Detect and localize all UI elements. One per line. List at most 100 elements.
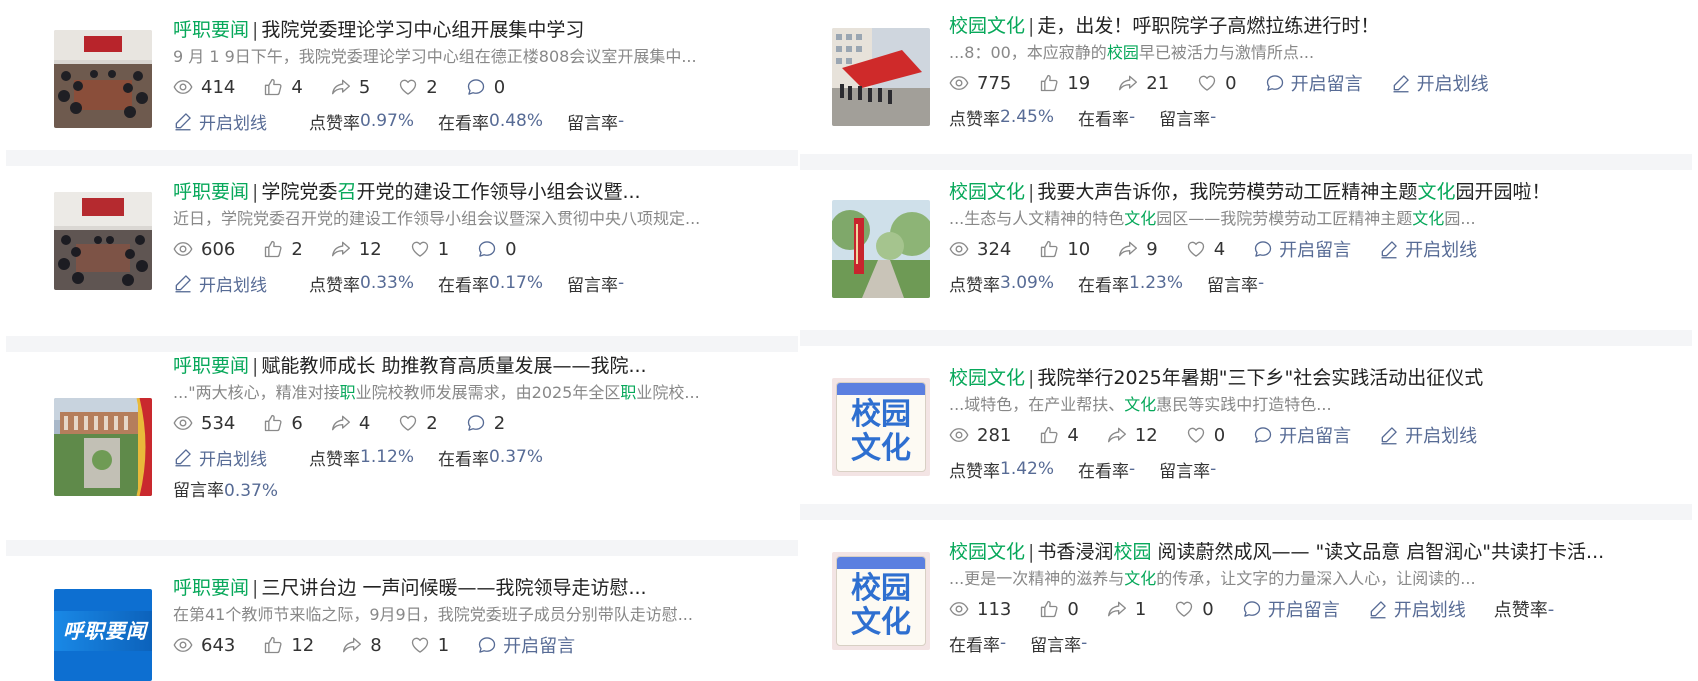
article-thumbnail[interactable] bbox=[54, 398, 152, 496]
share-icon bbox=[1118, 239, 1138, 259]
open-comments-button[interactable]: 开启留言 bbox=[1242, 596, 1340, 622]
article-title[interactable]: 校园文化 | 走，出发！呼职院学子高燃拉练进行时！ bbox=[949, 12, 1682, 40]
likes-stat: 2 bbox=[263, 239, 303, 260]
likes-stat: 10 bbox=[1039, 239, 1090, 260]
campus-culture-badge: 校园 文化 bbox=[836, 382, 926, 472]
views-stat: 324 bbox=[949, 239, 1011, 260]
thumbnail-caption: 呼职要闻 bbox=[54, 611, 152, 651]
article-thumbnail[interactable]: 校园 文化 bbox=[832, 552, 930, 650]
article-title-text: 我院党委理论学习中心组开展集中学习 bbox=[261, 19, 585, 41]
shares-stat: 1 bbox=[1107, 599, 1146, 620]
heart-icon bbox=[1186, 425, 1206, 445]
like-rate: 点赞率 2.45% bbox=[949, 107, 1055, 130]
enable-underline-button[interactable]: 开启划线 bbox=[173, 109, 267, 134]
article-stats: 606 2 12 1 0 bbox=[173, 232, 788, 266]
article-thumbnail[interactable]: 校园 文化 bbox=[832, 378, 930, 476]
article-summary: 9 月 1 9日下午，我院党委理论学习中心组在德正楼808会议室开展集中... bbox=[173, 47, 697, 66]
views-stat: 643 bbox=[173, 635, 235, 656]
article-card[interactable]: 校园文化 | 走，出发！呼职院学子高燃拉练进行时！ ...8：00，本应寂静的校园早… bbox=[800, 6, 1692, 154]
open-comments-button[interactable]: 开启留言 bbox=[1253, 422, 1351, 448]
eye-icon bbox=[949, 599, 969, 619]
heart-icon bbox=[398, 77, 418, 97]
article-rates: 开启划线 点赞率 0.33% 在看率 0.17% 留言率 - bbox=[173, 266, 788, 300]
article-summary: ...生态与人文精神的特色文化园区——我院劳模劳动工匠精神主题文化园... bbox=[949, 209, 1476, 228]
enable-underline-button[interactable]: 开启划线 bbox=[1368, 596, 1466, 622]
comment-rate: 留言率 - bbox=[1159, 459, 1217, 482]
thumb-up-icon bbox=[263, 239, 283, 259]
article-card[interactable]: 呼职要闻 呼职要闻 | 三尺讲台边 一声问候暖——我院领导走访慰... 在第41个教… bbox=[6, 556, 798, 681]
article-category: 校园文化 bbox=[949, 541, 1026, 563]
share-icon bbox=[342, 635, 362, 655]
enable-underline-button[interactable]: 开启划线 bbox=[1391, 70, 1489, 96]
article-thumbnail[interactable] bbox=[832, 200, 930, 298]
shares-stat: 8 bbox=[342, 635, 382, 656]
like-rate: 点赞率 1.12% bbox=[309, 447, 415, 470]
article-card[interactable]: 呼职要闻 | 赋能教师成长 助推教育高质量发展——我院... ..."两大核心，精准… bbox=[6, 352, 798, 534]
share-icon bbox=[1118, 73, 1138, 93]
article-card[interactable]: 校园文化 | 我要大声告诉你，我院劳模劳动工匠精神主题文化园开园啦！ ...生态与人… bbox=[800, 170, 1692, 326]
meeting-room-photo bbox=[54, 192, 152, 290]
article-summary: ...域特色，在产业帮扶、文化惠民等实践中打造特色... bbox=[949, 395, 1332, 414]
hearts-stat: 0 bbox=[1186, 425, 1225, 446]
article-stats: 643 12 8 1 开启留言 bbox=[173, 628, 788, 662]
likes-stat: 12 bbox=[263, 635, 314, 656]
article-body: 呼职要闻 | 学院党委召开党的建设工作领导小组会议暨... 近日，学院党委召开党的建… bbox=[173, 178, 788, 300]
article-rates: 在看率 - 留言率 - bbox=[949, 626, 1682, 660]
article-thumbnail[interactable] bbox=[54, 30, 152, 128]
hearts-stat: 2 bbox=[398, 413, 438, 434]
eye-icon bbox=[173, 413, 193, 433]
article-category: 校园文化 bbox=[949, 181, 1026, 203]
enable-underline-button[interactable]: 开启划线 bbox=[173, 445, 267, 470]
enable-underline-button[interactable]: 开启划线 bbox=[1379, 422, 1477, 448]
article-title[interactable]: 呼职要闻 | 学院党委召开党的建设工作领导小组会议暨... bbox=[173, 178, 788, 206]
article-title[interactable]: 呼职要闻 | 我院党委理论学习中心组开展集中学习 bbox=[173, 16, 788, 44]
open-comments-button[interactable]: 开启留言 bbox=[1265, 70, 1363, 96]
share-icon bbox=[331, 413, 351, 433]
pen-icon bbox=[173, 111, 193, 131]
article-card[interactable]: 校园 文化 校园文化 | 我院举行2025年暑期"三下乡"社会实践活动出征仪式 ..… bbox=[800, 346, 1692, 502]
comment-icon bbox=[477, 239, 497, 259]
article-stats: 775 19 21 0 开启留言 开启划线 bbox=[949, 66, 1682, 100]
pen-icon bbox=[1391, 73, 1411, 93]
article-thumbnail[interactable] bbox=[832, 28, 930, 126]
article-body: 呼职要闻 | 我院党委理论学习中心组开展集中学习 9 月 1 9日下午，我院党委理论… bbox=[173, 16, 788, 138]
article-title[interactable]: 呼职要闻 | 赋能教师成长 助推教育高质量发展——我院... bbox=[173, 352, 788, 380]
campus-culture-badge: 校园 文化 bbox=[836, 556, 926, 646]
watch-rate: 在看率 - bbox=[949, 633, 1007, 656]
article-thumbnail[interactable]: 呼职要闻 bbox=[54, 589, 152, 681]
article-title[interactable]: 校园文化 | 我要大声告诉你，我院劳模劳动工匠精神主题文化园开园啦！ bbox=[949, 178, 1682, 206]
comment-icon bbox=[1265, 73, 1285, 93]
article-stats: 113 0 1 0 开启留言 开启划线 点赞率 - bbox=[949, 592, 1682, 626]
article-summary: ...8：00，本应寂静的校园早已被活力与激情所点... bbox=[949, 43, 1315, 62]
share-icon bbox=[1107, 425, 1127, 445]
article-card[interactable]: 校园 文化 校园文化 | 书香浸润校园 阅读蔚然成风—— "读文品意 启智润心"共读… bbox=[800, 520, 1692, 681]
article-body: 校园文化 | 我院举行2025年暑期"三下乡"社会实践活动出征仪式 ...域特色，在… bbox=[949, 364, 1682, 486]
thumb-up-icon bbox=[1039, 239, 1059, 259]
enable-underline-button[interactable]: 开启划线 bbox=[173, 271, 267, 296]
enable-underline-button[interactable]: 开启划线 bbox=[1379, 236, 1477, 262]
eye-icon bbox=[173, 77, 193, 97]
likes-stat: 19 bbox=[1039, 73, 1090, 94]
article-thumbnail[interactable] bbox=[54, 192, 152, 290]
hearts-stat: 0 bbox=[1197, 73, 1237, 94]
open-comments-button[interactable]: 开启留言 bbox=[477, 632, 575, 658]
pen-icon bbox=[173, 273, 193, 293]
card-separator bbox=[6, 150, 798, 166]
article-category: 校园文化 bbox=[949, 367, 1026, 389]
comment-rate: 留言率 - bbox=[1159, 107, 1217, 130]
student-march-photo bbox=[832, 28, 930, 126]
article-stats: 324 10 9 4 开启留言 开启划线 bbox=[949, 232, 1682, 266]
like-rate: 点赞率 0.33% bbox=[309, 273, 415, 296]
article-stats: 534 6 4 2 2 bbox=[173, 406, 788, 440]
article-title[interactable]: 校园文化 | 书香浸润校园 阅读蔚然成风—— "读文品意 启智润心"共读打卡活... bbox=[949, 538, 1682, 566]
heart-icon bbox=[410, 635, 430, 655]
campus-aerial-photo bbox=[54, 398, 152, 496]
article-card[interactable]: 呼职要闻 | 学院党委召开党的建设工作领导小组会议暨... 近日，学院党委召开党的建… bbox=[6, 166, 798, 318]
article-summary: 近日，学院党委召开党的建设工作领导小组会议暨深入贯彻中央八项规定... bbox=[173, 209, 701, 228]
card-separator bbox=[6, 336, 798, 352]
thumb-up-icon bbox=[1039, 425, 1059, 445]
article-title[interactable]: 呼职要闻 | 三尺讲台边 一声问候暖——我院领导走访慰... bbox=[173, 574, 788, 602]
open-comments-button[interactable]: 开启留言 bbox=[1253, 236, 1351, 262]
article-card[interactable]: 呼职要闻 | 我院党委理论学习中心组开展集中学习 9 月 1 9日下午，我院党委理论… bbox=[6, 10, 798, 150]
article-title[interactable]: 校园文化 | 我院举行2025年暑期"三下乡"社会实践活动出征仪式 bbox=[949, 364, 1682, 392]
